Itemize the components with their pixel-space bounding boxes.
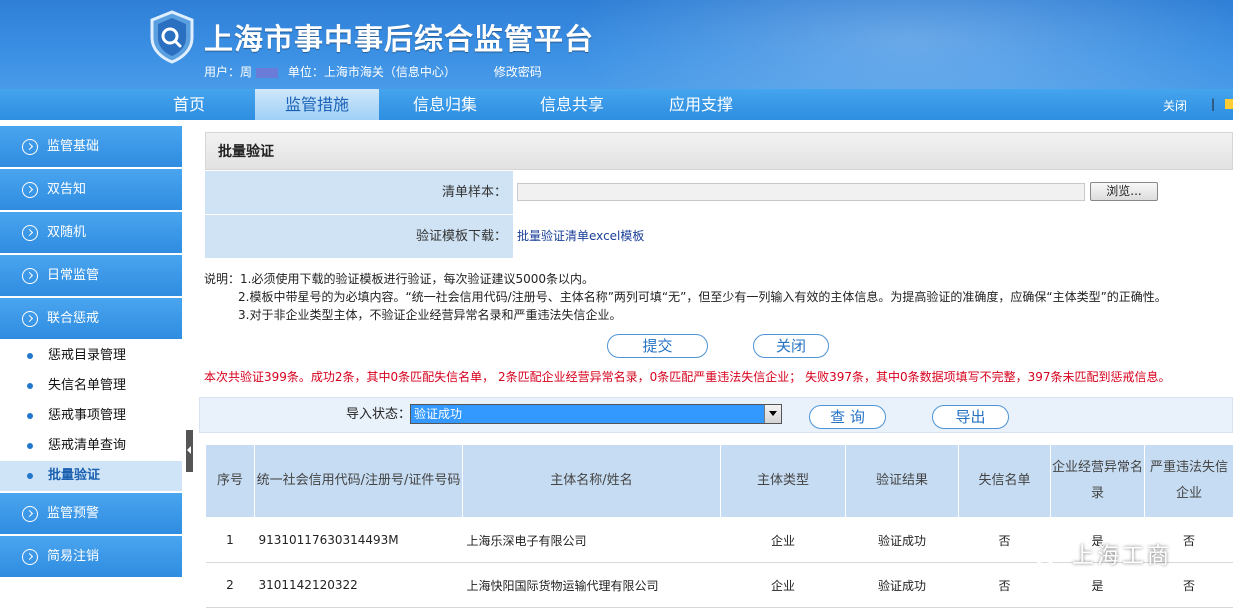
cell-entity-name: 上海乐深电子有限公司 [462, 517, 721, 563]
cell-entity-type: 企业 [720, 562, 846, 608]
nav-close-link[interactable]: 关闭 [1163, 97, 1187, 114]
sidebar-item-joint-punishment[interactable]: 联合惩戒 [0, 298, 182, 340]
sidebar-item-label: 双随机 [47, 225, 87, 240]
nav-home[interactable]: 首页 [128, 89, 250, 120]
sidebar: 监管基础 双告知 双随机 日常监管 联合惩戒 惩戒目录管理 失信名单管理 惩戒事… [0, 124, 182, 608]
query-button[interactable]: 查 询 [809, 405, 886, 429]
col-header-abnormal-list: 企业经营异常名录 [1050, 444, 1145, 518]
instruction-line-1: 说明：1.必须使用下载的验证模板进行验证，每次验证建议5000条以内。 [204, 272, 594, 286]
user-info-line: 用户：周 单位：上海市海关（信息中心） 修改密码 [204, 63, 546, 80]
watermark-text: 上海工商 [1072, 544, 1173, 569]
change-password-link[interactable]: 修改密码 [494, 65, 542, 79]
sidebar-item-label: 简易注销 [47, 549, 100, 564]
site-title: 上海市事中事后综合监管平台 [204, 22, 595, 56]
browse-button[interactable]: 浏览... [1090, 182, 1158, 201]
form-row-template: 验证模板下载： 批量验证清单excel模板 [205, 215, 1233, 258]
sidebar-item-label: 双告知 [47, 182, 87, 197]
sample-label: 清单样本： [205, 171, 513, 214]
table-header-row: 序号 统一社会信用代码/注册号/证件号码 主体名称/姓名 主体类型 验证结果 失… [205, 444, 1233, 518]
sidebar-collapse-handle[interactable] [186, 430, 193, 472]
shield-logo-icon [150, 10, 194, 64]
masked-username [256, 67, 279, 78]
sidebar-item-dual-notify[interactable]: 双告知 [0, 169, 182, 211]
sidebar-item-regulation-warning[interactable]: 监管预警 [0, 493, 182, 535]
sidebar-item-label: 联合惩戒 [47, 311, 100, 326]
results-table: 序号 统一社会信用代码/注册号/证件号码 主体名称/姓名 主体类型 验证结果 失… [205, 444, 1233, 608]
chevron-circle-icon [22, 225, 38, 241]
nav-app-support[interactable]: 应用支撑 [640, 89, 762, 120]
submit-button[interactable]: 提交 [607, 334, 708, 358]
instruction-line-2: 2.模板中带星号的为必填内容。“统一社会信用代码/注册号、主体名称”两列可填“无… [238, 290, 1167, 304]
sidebar-item-dual-random[interactable]: 双随机 [0, 212, 182, 254]
export-button[interactable]: 导出 [932, 405, 1009, 429]
template-download-link[interactable]: 批量验证清单excel模板 [517, 215, 644, 258]
chevron-circle-icon [22, 182, 38, 198]
unit-label: 单位：上海市海关（信息中心） [287, 65, 456, 79]
cell-index: 2 [205, 562, 255, 608]
import-status-select[interactable]: 验证成功 [410, 404, 782, 424]
cell-verify-result: 验证成功 [845, 562, 959, 608]
chevron-circle-icon [22, 311, 38, 327]
sidebar-item-label: 监管预警 [47, 506, 100, 521]
instructions: 说明：1.必须使用下载的验证模板进行验证，每次验证建议5000条以内。 2.模板… [204, 270, 1167, 324]
sample-value-cell: 浏览... [513, 171, 1233, 214]
cell-entity-name: 上海快阳国际货物运输代理有限公司 [462, 562, 721, 608]
chevron-circle-icon [22, 549, 38, 565]
form-row-sample: 清单样本： 浏览... [205, 171, 1233, 214]
nav-info-collection[interactable]: 信息归集 [384, 89, 506, 120]
col-header-credit-code: 统一社会信用代码/注册号/证件号码 [254, 444, 463, 518]
cell-credit-code: 3101142120322 [254, 562, 463, 608]
import-status-label: 导入状态： [346, 407, 412, 422]
sidebar-subitem-batch-verify[interactable]: 批量验证 [0, 461, 182, 491]
app-header: 上海市事中事后综合监管平台 用户：周 单位：上海市海关（信息中心） 修改密码 [0, 0, 1233, 89]
nav-indicator-icon [1225, 99, 1233, 109]
col-header-dishonest-list: 失信名单 [958, 444, 1051, 518]
sidebar-subitem-dishonest-list[interactable]: 失信名单管理 [0, 371, 182, 401]
template-label: 验证模板下载： [205, 215, 513, 258]
sidebar-item-daily-regulation[interactable]: 日常监管 [0, 255, 182, 297]
sidebar-subitem-punishment-query[interactable]: 惩戒清单查询 [0, 431, 182, 461]
chevron-circle-icon [22, 268, 38, 284]
header-glow [560, 0, 1233, 89]
col-header-entity-name: 主体名称/姓名 [462, 444, 721, 518]
cell-credit-code: 91310117630314493M [254, 517, 463, 563]
file-path-input[interactable] [517, 183, 1085, 201]
verification-result-text: 本次共验证399条。成功2条，其中0条匹配失信名单， 2条匹配企业经营异常名录，… [204, 370, 1171, 384]
sidebar-subitem-punishment-catalog[interactable]: 惩戒目录管理 [0, 341, 182, 371]
user-label: 用户：周 [204, 65, 253, 79]
panel-title: 批量验证 [205, 132, 1233, 170]
instruction-line-3: 3.对于非企业类型主体，不验证企业经营异常名录和严重违法失信企业。 [238, 308, 622, 322]
import-status-selected: 验证成功 [411, 405, 764, 423]
col-header-index: 序号 [205, 444, 255, 518]
template-value-cell: 批量验证清单excel模板 [513, 215, 1233, 258]
cell-verify-result: 验证成功 [845, 517, 959, 563]
col-header-serious-violation: 严重违法失信企业 [1144, 444, 1233, 518]
sidebar-item-label: 日常监管 [47, 268, 100, 283]
chevron-circle-icon [22, 506, 38, 522]
top-nav: 首页 监管措施 信息归集 信息共享 应用支撑 关闭 | [0, 89, 1233, 120]
sidebar-item-regulation-basis[interactable]: 监管基础 [0, 126, 182, 168]
cell-index: 1 [205, 517, 255, 563]
filter-bar: 导入状态： 验证成功 查 询 导出 [199, 397, 1233, 433]
wechat-icon [1020, 540, 1056, 565]
dropdown-arrow-icon[interactable] [764, 405, 781, 423]
col-header-entity-type: 主体类型 [720, 444, 846, 518]
nav-regulation-measures[interactable]: 监管措施 [255, 89, 379, 120]
close-button[interactable]: 关闭 [753, 334, 829, 358]
sidebar-subitem-punishment-items[interactable]: 惩戒事项管理 [0, 401, 182, 431]
watermark: 上海工商 [1018, 530, 1218, 574]
nav-separator: | [1210, 97, 1215, 111]
chevron-circle-icon [22, 139, 38, 155]
nav-info-sharing[interactable]: 信息共享 [511, 89, 633, 120]
sidebar-item-simple-cancel[interactable]: 简易注销 [0, 536, 182, 578]
sidebar-item-label: 监管基础 [47, 139, 100, 154]
col-header-verify-result: 验证结果 [845, 444, 959, 518]
cell-entity-type: 企业 [720, 517, 846, 563]
